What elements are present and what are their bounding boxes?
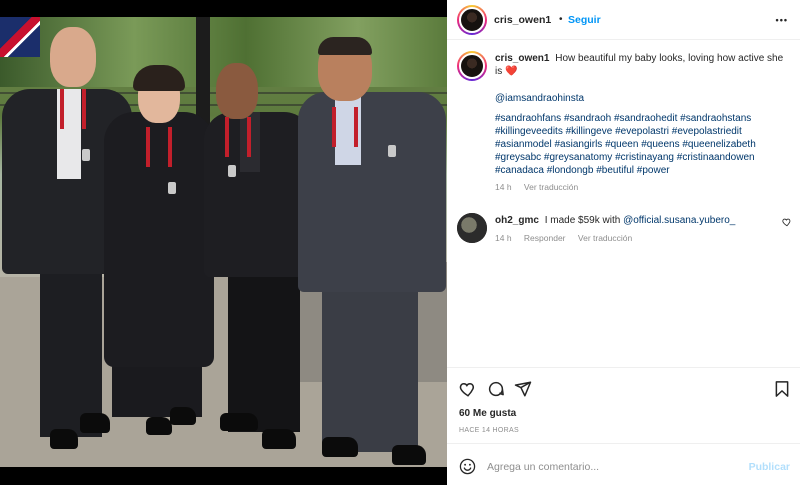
- caption: cris_owen1 How beautiful my baby looks, …: [495, 53, 785, 194]
- comment-like-heart-icon[interactable]: [782, 217, 792, 227]
- comment-time: 14 h: [495, 233, 512, 243]
- posted-time-ago: HACE 14 HORAS: [459, 427, 519, 434]
- add-comment-bar: Publicar: [447, 445, 800, 485]
- caption-author[interactable]: cris_owen1: [495, 53, 549, 64]
- post-header: cris_owen1 • Seguir •••: [447, 0, 800, 40]
- comment-reply-link[interactable]: Responder: [524, 233, 566, 243]
- author-avatar[interactable]: [457, 5, 487, 35]
- more-options-icon[interactable]: •••: [776, 15, 788, 25]
- share-send-icon[interactable]: [514, 380, 532, 398]
- comment-translate-link[interactable]: Ver traducción: [578, 233, 632, 243]
- likes-count[interactable]: 60 Me gusta: [459, 408, 516, 419]
- like-heart-icon[interactable]: [459, 380, 477, 398]
- caption-author-avatar[interactable]: [457, 51, 487, 81]
- publish-button[interactable]: Publicar: [749, 461, 790, 473]
- author-username[interactable]: cris_owen1: [494, 14, 551, 26]
- caption-translate-link[interactable]: Ver traducción: [524, 182, 578, 192]
- comments-section: cris_owen1 How beautiful my baby looks, …: [447, 41, 800, 368]
- commenter-avatar[interactable]: [457, 213, 487, 243]
- caption-mention[interactable]: @iamsandraohinsta: [495, 93, 785, 106]
- comment-input[interactable]: [487, 458, 737, 475]
- comment-bubble-icon[interactable]: [487, 380, 505, 398]
- caption-hashtags[interactable]: #sandraohfans #sandraoh #sandraohedit #s…: [495, 113, 785, 177]
- emoji-smiley-icon[interactable]: [459, 458, 476, 475]
- comment-mention[interactable]: @official.susana.yubero_: [623, 215, 735, 226]
- caption-time: 14 h: [495, 182, 512, 193]
- save-bookmark-icon[interactable]: [773, 380, 791, 398]
- photo-flag: [0, 17, 40, 57]
- comment-text: I made $59k with: [544, 215, 621, 226]
- commenter-username[interactable]: oh2_gmc: [495, 215, 539, 226]
- post-photo[interactable]: [0, 17, 447, 467]
- comment-item: oh2_gmc I made $59k with @official.susan…: [495, 214, 765, 245]
- heart-emoji: ❤️: [505, 65, 518, 77]
- post-actions: 60 Me gusta HACE 14 HORAS: [447, 369, 800, 444]
- header-separator: •: [559, 14, 563, 25]
- post-side-panel: cris_owen1 • Seguir ••• cris_owen1 How b…: [447, 0, 800, 485]
- follow-button[interactable]: Seguir: [568, 14, 601, 26]
